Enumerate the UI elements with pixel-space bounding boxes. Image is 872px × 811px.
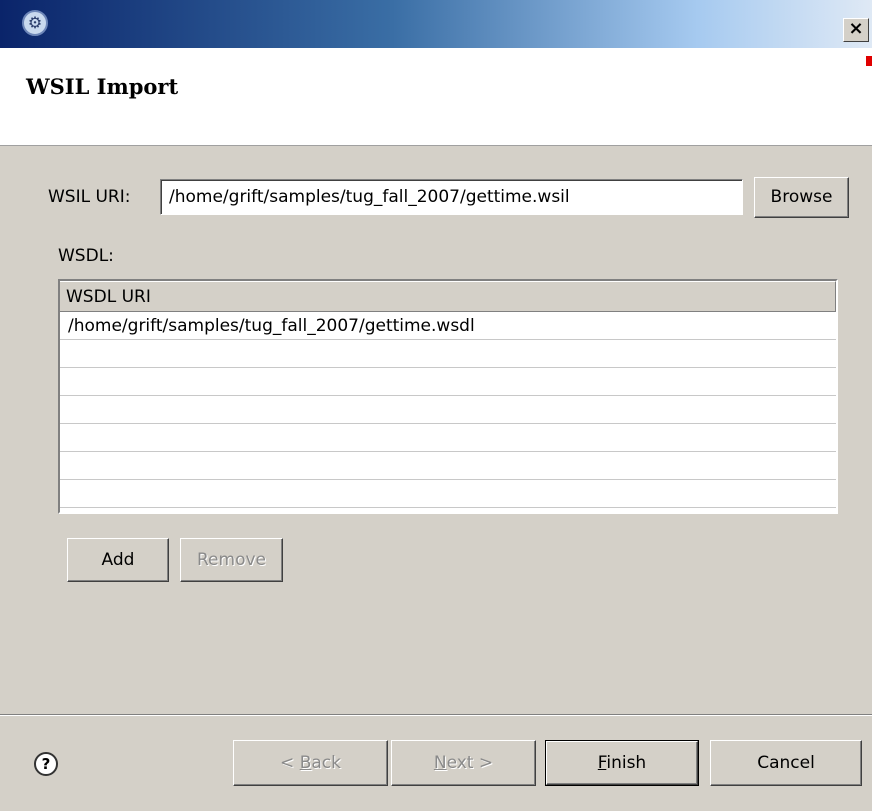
table-row[interactable] xyxy=(60,396,836,424)
close-icon: × xyxy=(848,18,864,39)
page-title: WSIL Import xyxy=(26,74,179,99)
table-row[interactable] xyxy=(60,368,836,396)
wsil-uri-label: WSIL URI: xyxy=(48,187,131,207)
dialog-header: WSIL Import xyxy=(0,48,872,146)
next-mnemonic: N xyxy=(433,753,447,773)
table-row[interactable] xyxy=(60,452,836,480)
title-bar: ⚙ × xyxy=(0,0,872,48)
browse-button[interactable]: Browse xyxy=(754,177,849,218)
back-mnemonic: B xyxy=(299,753,312,773)
table-row[interactable]: /home/grift/samples/tug_fall_2007/gettim… xyxy=(60,312,836,340)
close-button[interactable]: × xyxy=(843,18,869,42)
back-label: ack xyxy=(311,753,341,773)
wsdl-label: WSDL: xyxy=(58,246,114,266)
wsil-uri-input[interactable]: /home/grift/samples/tug_fall_2007/gettim… xyxy=(160,179,743,215)
back-prefix: < xyxy=(280,753,300,773)
next-label: ext > xyxy=(446,753,494,773)
footer-separator xyxy=(0,714,872,716)
next-button[interactable]: Next > xyxy=(391,740,536,786)
wsdl-table[interactable]: WSDL URI /home/grift/samples/tug_fall_20… xyxy=(58,279,838,514)
finish-button[interactable]: Finish xyxy=(545,740,699,786)
error-marker xyxy=(866,56,872,66)
cancel-button[interactable]: Cancel xyxy=(710,740,862,786)
table-row[interactable] xyxy=(60,340,836,368)
gear-icon: ⚙ xyxy=(22,10,48,36)
table-row[interactable] xyxy=(60,424,836,452)
add-button[interactable]: Add xyxy=(67,538,169,582)
column-header-wsdl-uri[interactable]: WSDL URI xyxy=(60,281,836,312)
back-button[interactable]: < Back xyxy=(233,740,388,786)
help-icon[interactable]: ? xyxy=(34,752,58,776)
table-row[interactable] xyxy=(60,480,836,508)
remove-button[interactable]: Remove xyxy=(180,538,283,582)
finish-label: inish xyxy=(606,753,647,773)
